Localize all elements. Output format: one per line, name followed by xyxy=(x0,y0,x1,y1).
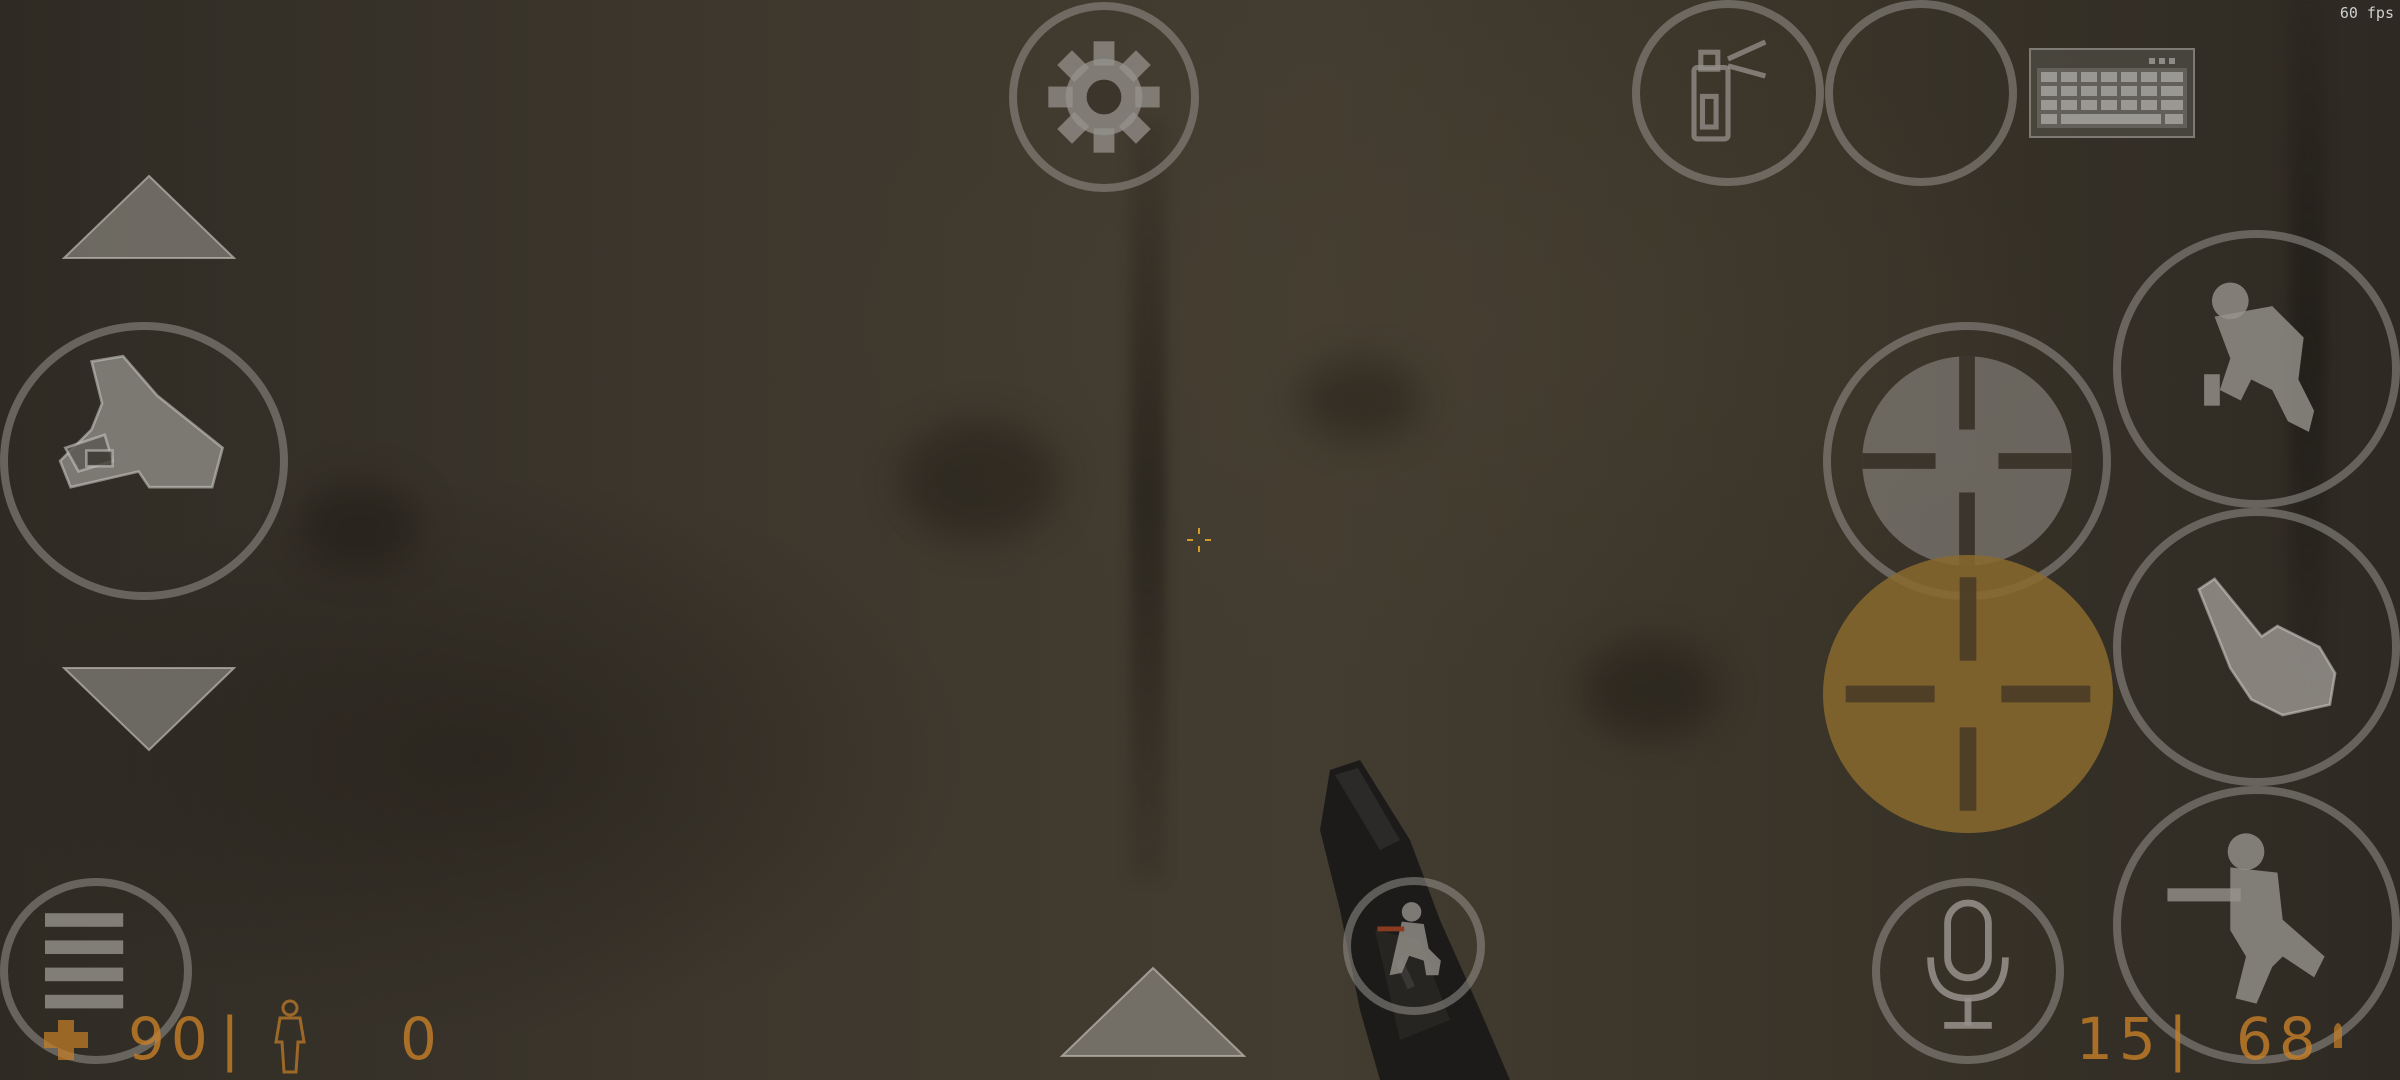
triangle-up-icon xyxy=(62,174,236,259)
spray-button[interactable] xyxy=(1632,0,1824,186)
settings-button[interactable] xyxy=(1009,2,1199,192)
voice-button[interactable] xyxy=(1872,878,2064,1064)
wall-stain xyxy=(1580,640,1720,740)
wall-stain xyxy=(300,480,420,570)
spray-can-icon xyxy=(1691,39,1767,142)
jump-icon xyxy=(2204,282,2315,432)
ammo-clip-value: 15 xyxy=(2076,1005,2162,1073)
game-viewport[interactable]: 90 | 0 15 | 68 60 fps xyxy=(0,0,2400,1080)
wall-stain xyxy=(900,420,1060,540)
bullet-icon xyxy=(2334,1023,2342,1048)
jump-button[interactable] xyxy=(2113,230,2400,508)
ammo-separator: | xyxy=(2168,1005,2188,1073)
flashlight-button[interactable] xyxy=(0,322,288,600)
console-button[interactable] xyxy=(2029,48,2195,138)
microphone-icon xyxy=(1927,899,2009,1029)
ammo-reserve-value: 68 xyxy=(2236,1005,2322,1073)
keyboard-icon xyxy=(2037,58,2187,128)
crosshair-icon xyxy=(1845,577,2091,811)
armor-suit-icon xyxy=(274,999,306,1074)
gear-icon xyxy=(1048,41,1160,153)
look-up-button[interactable] xyxy=(62,174,236,260)
look-down-button[interactable] xyxy=(62,666,236,752)
crouch-toggle-button[interactable] xyxy=(1343,877,1485,1015)
hand-pointer-icon xyxy=(2197,577,2337,717)
attack2-button[interactable] xyxy=(1823,555,2113,833)
fps-counter: 60 fps xyxy=(2339,4,2394,22)
next-weapon-button[interactable] xyxy=(1060,966,1246,1058)
hev-suit-flashlight-icon xyxy=(58,354,225,489)
crouch-icon xyxy=(1377,902,1441,976)
triangle-up-icon xyxy=(1060,966,1246,1057)
wall-streak xyxy=(1130,120,1166,880)
armor-value: 0 xyxy=(400,1005,443,1073)
wall-stain xyxy=(1300,360,1420,440)
hud-separator: | xyxy=(220,1005,240,1073)
use-button[interactable] xyxy=(2113,508,2400,786)
empty-slot-button[interactable] xyxy=(1825,0,2017,186)
health-value: 90 xyxy=(128,1005,214,1073)
triangle-down-icon xyxy=(62,667,236,752)
health-cross-icon xyxy=(44,1020,88,1060)
crosshair xyxy=(1187,528,1211,552)
crosshair-icon xyxy=(1862,356,2072,566)
